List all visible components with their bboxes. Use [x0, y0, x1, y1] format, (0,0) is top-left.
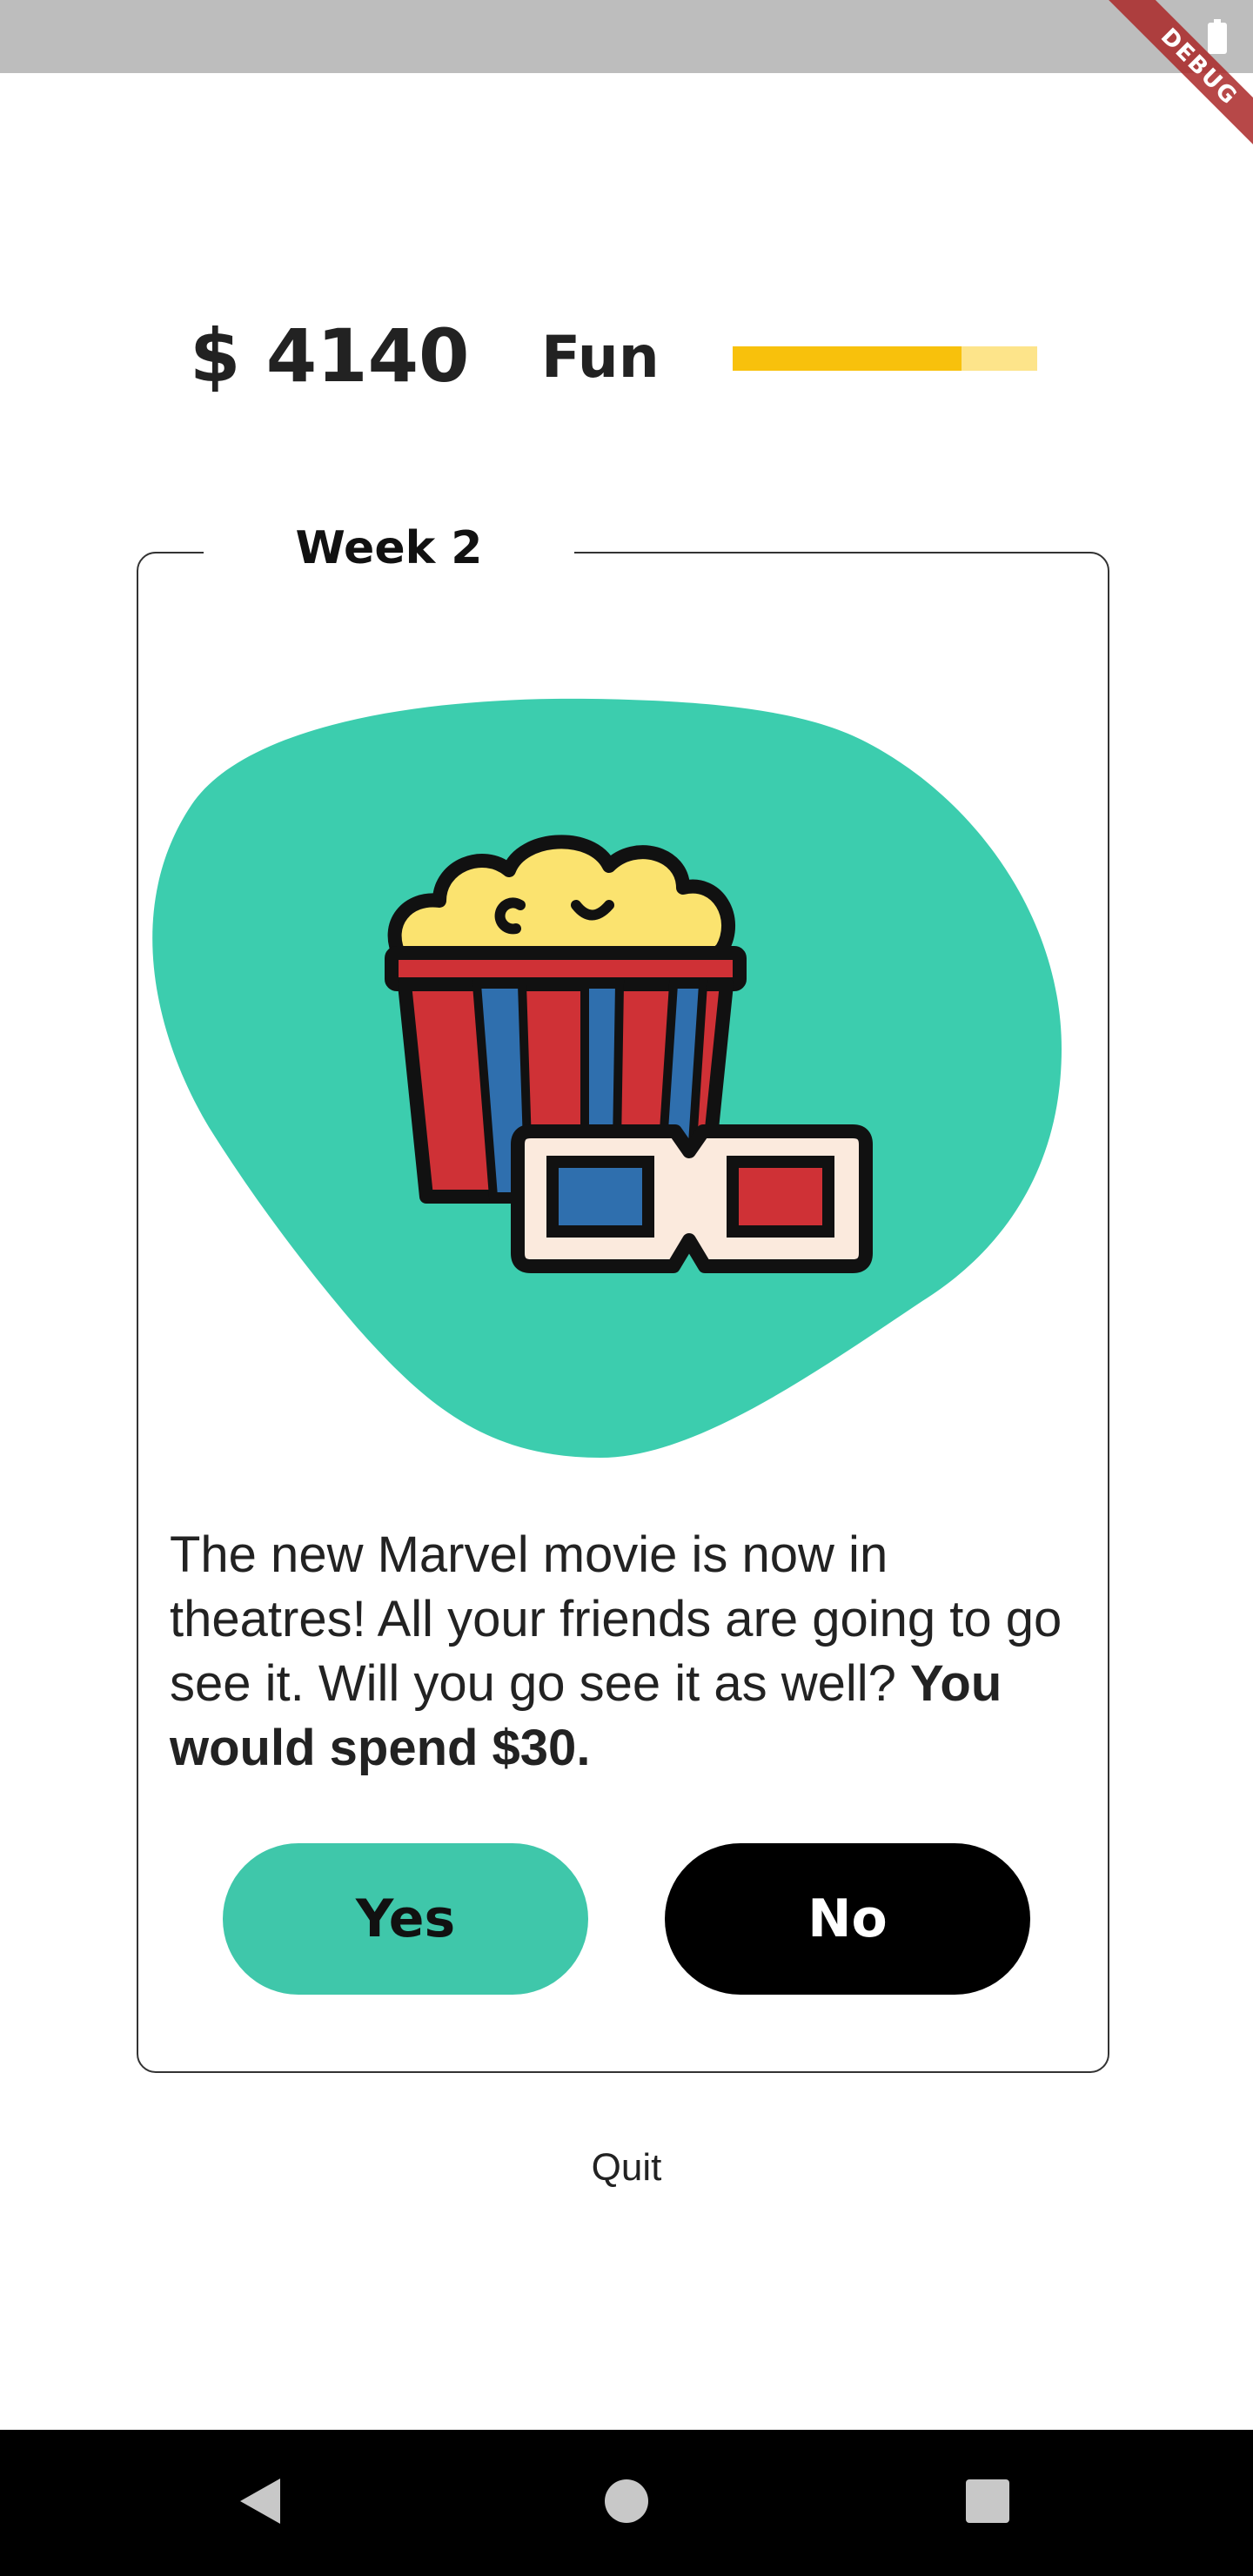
movie-popcorn-illustration	[152, 698, 1062, 1458]
3d-glasses-icon	[511, 1124, 873, 1273]
money-balance: $ 4140	[190, 313, 470, 399]
yes-button[interactable]: Yes	[223, 1843, 588, 1995]
back-icon[interactable]	[237, 2475, 285, 2527]
battery-icon	[1208, 19, 1227, 54]
status-bar	[0, 0, 1253, 73]
nav-bar	[0, 2430, 1253, 2576]
fun-label: Fun	[541, 324, 660, 391]
fun-progress-fill	[733, 346, 962, 371]
week-label: Week 2	[295, 522, 483, 574]
event-description: The new Marvel movie is now in theatres!…	[170, 1523, 1092, 1781]
recents-icon[interactable]	[964, 2475, 1011, 2527]
no-button[interactable]: No	[665, 1843, 1030, 1995]
fun-progress-bar	[733, 346, 1037, 371]
home-icon[interactable]	[604, 2475, 649, 2527]
quit-link[interactable]: Quit	[0, 2146, 1253, 2190]
